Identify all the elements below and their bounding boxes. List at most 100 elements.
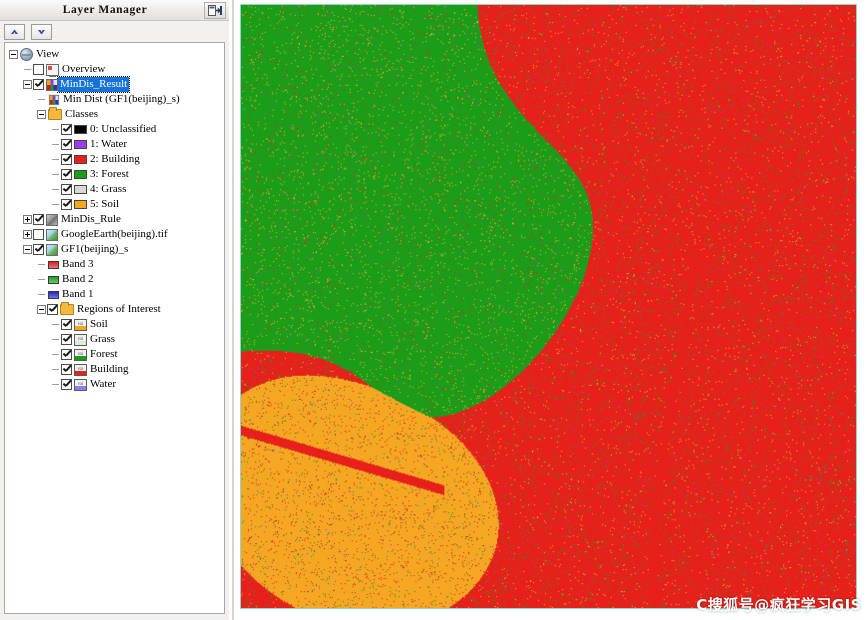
layer-tree: View Overview MinDis_Result Min Dist (GF1(b… (5, 43, 224, 392)
tree-class-item[interactable]: 1: Water (5, 137, 224, 152)
tree-band-item[interactable]: Band 2 (5, 272, 224, 287)
tree-class-item-label: 4: Grass (90, 183, 127, 195)
tree-roi-item[interactable]: roi Water (5, 377, 224, 392)
layer-checkbox[interactable] (33, 214, 44, 225)
tree-node-googleearth[interactable]: GoogleEarth(beijing).tif (5, 227, 224, 242)
layer-checkbox[interactable] (61, 124, 72, 135)
roi-icon: roi (74, 378, 87, 391)
tree-connector (52, 174, 59, 175)
classification-image[interactable] (240, 4, 857, 609)
layer-checkbox[interactable] (61, 154, 72, 165)
band-color-icon (48, 260, 59, 269)
tree-roi-item[interactable]: roi Grass (5, 332, 224, 347)
tree-roi-item-label: Water (90, 378, 116, 390)
layer-checkbox[interactable] (33, 64, 44, 75)
move-down-button[interactable] (31, 23, 52, 40)
folder-icon (60, 302, 74, 315)
layer-manager-window: Layer Manager View Overview MinDis_Result M… (0, 0, 866, 620)
layer-checkbox[interactable] (61, 319, 72, 330)
globe-icon (20, 48, 33, 61)
layer-checkbox[interactable] (61, 169, 72, 180)
collapse-icon[interactable] (23, 245, 32, 254)
tree-node-overview-label: Overview (62, 63, 106, 75)
collapse-icon[interactable] (37, 305, 46, 314)
layer-checkbox[interactable] (61, 364, 72, 375)
tree-class-item-label: 2: Building (90, 153, 140, 165)
panel-splitter[interactable] (229, 0, 239, 620)
tree-class-item-label: 0: Unclassified (90, 123, 157, 135)
layer-checkbox[interactable] (61, 199, 72, 210)
roi-icon: roi (74, 318, 87, 331)
folder-icon (48, 107, 62, 120)
collapse-icon[interactable] (9, 50, 18, 59)
tree-node-min-dist[interactable]: Min Dist (GF1(beijing)_s) (5, 92, 224, 107)
tree-connector (52, 159, 59, 160)
panel-toolbar (0, 21, 229, 42)
tree-node-min-dist-label: Min Dist (GF1(beijing)_s) (63, 93, 180, 105)
tree-roi-item-label: Soil (90, 318, 108, 330)
tree-node-mindis-rule[interactable]: MinDis_Rule (5, 212, 224, 227)
tree-class-item[interactable]: 4: Grass (5, 182, 224, 197)
layer-checkbox[interactable] (61, 349, 72, 360)
tree-band-item[interactable]: Band 1 (5, 287, 224, 302)
expand-icon[interactable] (23, 215, 32, 224)
tree-node-gf1-label: GF1(beijing)_s (61, 243, 129, 255)
tree-node-mindis-result-label: MinDis_Result (56, 76, 131, 93)
tree-band-item-label: Band 1 (62, 288, 94, 300)
dock-icon[interactable] (204, 1, 226, 19)
roi-icon: roi (74, 333, 87, 346)
layer-checkbox[interactable] (61, 334, 72, 345)
tree-band-item[interactable]: Band 3 (5, 257, 224, 272)
roi-icon: roi (74, 363, 87, 376)
tree-connector (38, 99, 45, 100)
layer-checkbox[interactable] (33, 244, 44, 255)
tree-connector (24, 69, 31, 70)
tree-connector (52, 324, 59, 325)
layer-checkbox[interactable] (33, 229, 44, 240)
tree-connector (52, 354, 59, 355)
collapse-icon[interactable] (23, 80, 32, 89)
panel-titlebar: Layer Manager (0, 0, 229, 21)
layer-checkbox[interactable] (33, 79, 44, 90)
tree-node-classes[interactable]: Classes (5, 107, 224, 122)
raster-icon (46, 243, 58, 256)
tree-node-roi-group[interactable]: Regions of Interest (5, 302, 224, 317)
tree-class-item[interactable]: 0: Unclassified (5, 122, 224, 137)
move-up-button[interactable] (4, 23, 25, 40)
layer-tree-container[interactable]: View Overview MinDis_Result Min Dist (GF1(b… (4, 42, 225, 614)
band-color-icon (48, 275, 59, 284)
tree-band-item-label: Band 3 (62, 258, 94, 270)
collapse-icon[interactable] (37, 110, 46, 119)
classification-icon (48, 94, 60, 105)
tree-node-overview[interactable]: Overview (5, 62, 224, 77)
classification-icon (46, 78, 58, 91)
watermark-text: C搜狐号@疯狂学习GIS (696, 596, 862, 614)
tree-node-mindis-result[interactable]: MinDis_Result (5, 76, 224, 93)
tree-roi-item-label: Grass (90, 333, 116, 345)
class-color-swatch (74, 200, 87, 209)
class-color-swatch (74, 185, 87, 194)
tree-node-gf1[interactable]: GF1(beijing)_s (5, 242, 224, 257)
tree-node-view[interactable]: View (5, 47, 224, 62)
tree-node-mindis-rule-label: MinDis_Rule (61, 213, 121, 225)
class-color-swatch (74, 125, 87, 134)
layer-checkbox[interactable] (61, 139, 72, 150)
class-color-swatch (74, 170, 87, 179)
tree-roi-item[interactable]: roi Soil (5, 317, 224, 332)
tree-connector (38, 264, 45, 265)
raster-icon (46, 228, 58, 241)
tree-roi-item[interactable]: roi Building (5, 362, 224, 377)
tree-node-classes-label: Classes (65, 108, 98, 120)
classification-canvas[interactable] (241, 5, 856, 608)
tree-node-roi-group-label: Regions of Interest (77, 303, 161, 315)
expand-icon[interactable] (23, 230, 32, 239)
layer-checkbox[interactable] (47, 304, 58, 315)
band-color-icon (48, 290, 59, 299)
layer-checkbox[interactable] (61, 184, 72, 195)
tree-class-item-label: 1: Water (90, 138, 128, 150)
tree-class-item[interactable]: 3: Forest (5, 167, 224, 182)
tree-roi-item[interactable]: roi Forest (5, 347, 224, 362)
tree-class-item[interactable]: 2: Building (5, 152, 224, 167)
tree-class-item[interactable]: 5: Soil (5, 197, 224, 212)
layer-checkbox[interactable] (61, 379, 72, 390)
